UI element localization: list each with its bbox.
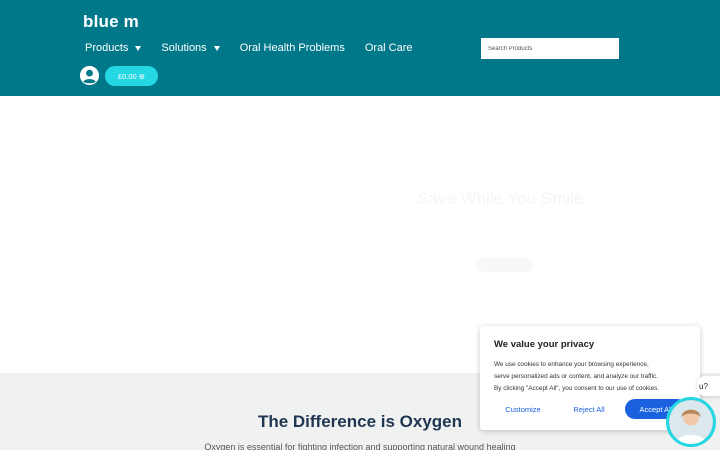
nav-oral-health-problems-label: Oral Health Problems: [239, 42, 345, 54]
nav-oral-care[interactable]: Oral Care: [365, 42, 413, 54]
search-input[interactable]: [481, 38, 619, 59]
hero-title: Save While You Smile: [417, 189, 584, 208]
nav-solutions-label: Solutions: [161, 42, 207, 54]
reject-all-button[interactable]: Reject All: [553, 399, 625, 419]
user-icon: [80, 66, 99, 85]
site-header: blue m Products Solutions Oral Health Pr…: [0, 0, 720, 96]
cookie-line: serve personalized ads or content, and a…: [494, 373, 659, 380]
nav-products-label: Products: [85, 42, 129, 54]
chat-prompt-text: u?: [699, 381, 708, 391]
cookie-actions: Customize Reject All Accept All: [493, 399, 687, 419]
main-nav: Products Solutions Oral Health Problems …: [85, 40, 413, 56]
caret-down-icon: [213, 45, 220, 51]
cart-total: £0.00 ⊕: [117, 71, 146, 81]
caret-down-icon: [135, 45, 142, 51]
chat-prompt-bubble[interactable]: u?: [697, 376, 720, 396]
cookie-line: By clicking "Accept All", you consent to…: [494, 385, 660, 392]
account-icon[interactable]: [80, 66, 99, 85]
nav-solutions[interactable]: Solutions: [161, 42, 220, 54]
logo[interactable]: blue m: [83, 12, 139, 32]
chat-avatar-icon[interactable]: [666, 397, 716, 447]
cookie-title: We value your privacy: [494, 339, 595, 350]
nav-oral-health-problems[interactable]: Oral Health Problems: [240, 42, 345, 54]
cookie-line: We use cookies to enhance your browsing …: [494, 361, 649, 368]
hero-button[interactable]: [476, 258, 533, 272]
logo-text: blue m: [83, 12, 139, 31]
person-avatar-icon: [669, 400, 713, 444]
nav-oral-care-label: Oral Care: [364, 42, 413, 54]
section-text: Oxygen is essential for fighting infecti…: [204, 442, 516, 450]
nav-products[interactable]: Products: [85, 42, 142, 54]
customize-button[interactable]: Customize: [493, 399, 553, 419]
cart-button[interactable]: £0.00 ⊕: [105, 66, 158, 86]
cookie-message: We use cookies to enhance your browsing …: [494, 359, 687, 395]
